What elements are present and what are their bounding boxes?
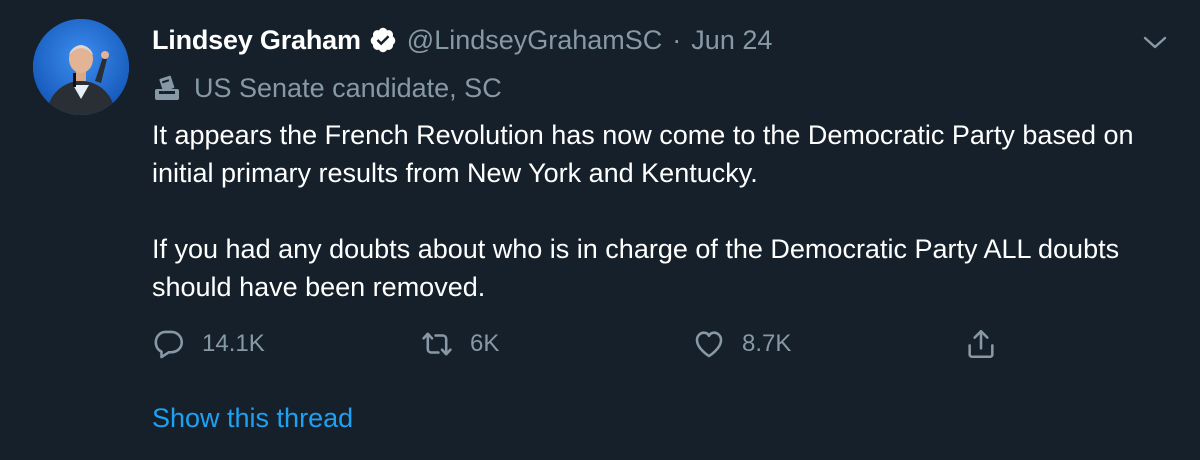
tweet-paragraph: If you had any doubts about who is in ch… — [152, 234, 1120, 302]
display-name[interactable]: Lindsey Graham — [152, 25, 361, 56]
tweet-paragraph: It appears the French Revolution has now… — [152, 120, 1134, 188]
verified-badge-icon — [369, 26, 397, 54]
heart-icon — [695, 331, 723, 358]
share-button[interactable] — [964, 324, 998, 364]
chevron-down-icon[interactable] — [1141, 28, 1169, 56]
share-icon — [968, 329, 994, 359]
reply-icon — [154, 330, 184, 359]
like-button[interactable]: 8.7K — [692, 324, 791, 364]
tweet[interactable]: Lindsey Graham @LindseyGrahamSC · Jun 24… — [0, 0, 1200, 460]
like-count: 8.7K — [742, 330, 792, 357]
avatar[interactable] — [33, 19, 129, 115]
separator-dot: · — [672, 24, 682, 55]
retweet-icon — [422, 332, 452, 356]
tweet-text: It appears the French Revolution has now… — [152, 116, 1182, 306]
retweet-count: 6K — [470, 330, 500, 357]
retweet-button[interactable]: 6K — [420, 324, 499, 364]
account-label-text: US Senate candidate, SC — [194, 72, 502, 103]
reply-button[interactable]: 14.1K — [152, 324, 265, 364]
show-thread-link[interactable]: Show this thread — [152, 403, 353, 434]
account-label: US Senate candidate, SC — [152, 70, 502, 106]
reply-count: 14.1K — [202, 330, 265, 357]
tweet-date[interactable]: Jun 24 — [691, 25, 772, 56]
user-handle[interactable]: @LindseyGrahamSC — [407, 25, 663, 56]
ballot-box-icon — [152, 74, 182, 102]
